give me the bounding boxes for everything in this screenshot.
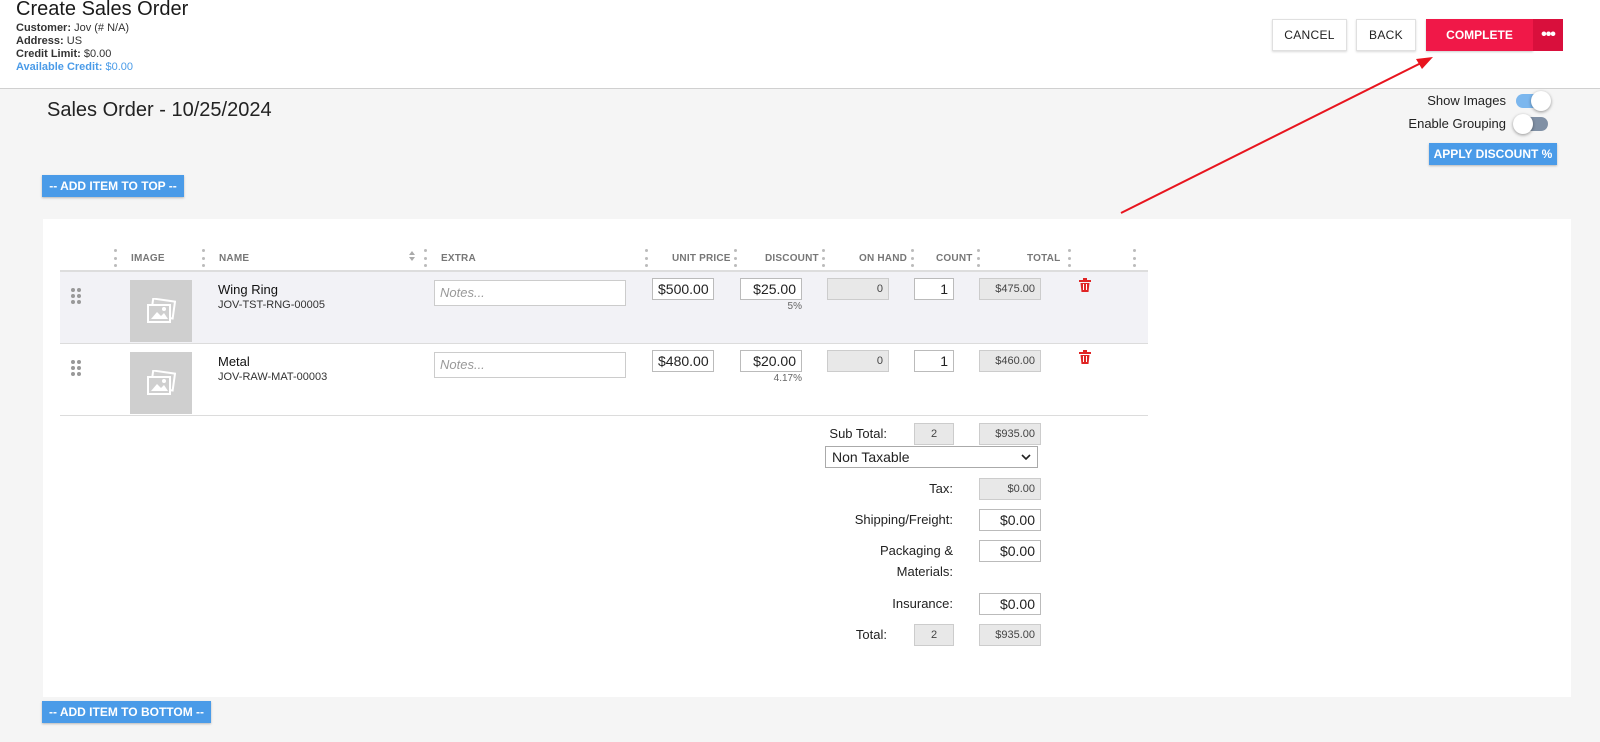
address-label: Address: xyxy=(16,35,64,47)
product-name: Metal xyxy=(218,354,250,369)
product-sku: JOV-RAW-MAT-00003 xyxy=(218,371,328,383)
product-image xyxy=(130,280,192,342)
show-images-toggle[interactable] xyxy=(1516,90,1551,111)
page-header: Create Sales Order Customer: Jov (# N/A)… xyxy=(0,0,1600,89)
add-item-top-button[interactable]: -- ADD ITEM TO TOP -- xyxy=(42,175,184,197)
column-header-image: IMAGE xyxy=(131,253,165,264)
tax-select[interactable]: Non Taxable xyxy=(825,446,1038,468)
column-header-on-hand: ON HAND xyxy=(859,253,908,264)
subtotal-label: Sub Total: xyxy=(829,426,887,441)
address-line: Address: US xyxy=(16,35,82,47)
apply-discount-button[interactable]: APPLY DISCOUNT % xyxy=(1429,143,1557,165)
image-placeholder-icon xyxy=(147,370,176,395)
table-row: Metal JOV-RAW-MAT-00003 Notes... $480.00… xyxy=(60,344,1148,416)
show-images-row: Show Images xyxy=(1427,90,1551,111)
sales-order-title: Sales Order - 10/25/2024 xyxy=(47,99,272,121)
enable-grouping-label: Enable Grouping xyxy=(1408,116,1506,131)
toggle-knob xyxy=(1513,113,1533,134)
delete-row-icon[interactable] xyxy=(1079,350,1091,364)
grand-total-value: $935.00 xyxy=(979,624,1041,646)
notes-input[interactable]: Notes... xyxy=(434,352,626,378)
discount-input[interactable]: $20.00 xyxy=(740,350,802,372)
column-menu-icon[interactable] xyxy=(113,249,117,267)
on-hand-value: 0 xyxy=(827,278,889,300)
column-header-unit-price: UNIT PRICE xyxy=(672,253,731,264)
complete-button[interactable]: COMPLETE xyxy=(1426,19,1533,51)
product-name: Wing Ring xyxy=(218,282,278,297)
delete-row-icon[interactable] xyxy=(1079,278,1091,292)
line-total-value: $460.00 xyxy=(979,350,1041,372)
product-sku: JOV-TST-RNG-00005 xyxy=(218,299,325,311)
total-count: 2 xyxy=(914,624,954,646)
available-credit-value: $0.00 xyxy=(105,61,133,73)
tax-label: Tax: xyxy=(929,481,953,496)
back-button[interactable]: BACK xyxy=(1356,19,1416,51)
shipping-input[interactable]: $0.00 xyxy=(979,509,1041,531)
customer-label: Customer: xyxy=(16,22,72,34)
more-icon: ••• xyxy=(1541,26,1556,43)
chevron-down-icon xyxy=(1021,454,1031,460)
column-header-count: COUNT xyxy=(936,253,973,264)
enable-grouping-row: Enable Grouping xyxy=(1408,113,1548,134)
column-menu-icon[interactable] xyxy=(910,249,914,267)
packaging-label: Packaging & xyxy=(880,543,953,558)
shipping-label: Shipping/Freight: xyxy=(854,512,953,527)
unit-price-input[interactable]: $480.00 xyxy=(652,350,714,372)
notes-input[interactable]: Notes... xyxy=(434,280,626,306)
address-value: US xyxy=(66,35,83,47)
total-label: Total: xyxy=(855,627,887,642)
toggle-knob xyxy=(1531,90,1551,111)
insurance-input[interactable]: $0.00 xyxy=(979,593,1041,615)
column-menu-icon[interactable] xyxy=(644,249,648,267)
sort-icon[interactable] xyxy=(408,250,416,262)
packaging-label-cont: Materials: xyxy=(896,564,953,579)
column-header-name[interactable]: NAME xyxy=(219,253,249,264)
credit-limit-line: Credit Limit: $0.00 xyxy=(16,48,111,60)
column-menu-icon[interactable] xyxy=(201,249,205,267)
customer-value: Jov (# N/A) xyxy=(74,22,130,34)
tax-value: $0.00 xyxy=(979,478,1041,500)
enable-grouping-toggle[interactable] xyxy=(1513,113,1548,134)
order-items-panel: IMAGE NAME EXTRA UNIT PRICE DISCOUNT ON … xyxy=(43,219,1571,697)
drag-handle-icon[interactable] xyxy=(71,360,81,376)
customer-line: Customer: Jov (# N/A) xyxy=(16,22,129,34)
column-menu-icon[interactable] xyxy=(1067,249,1071,267)
packaging-input[interactable]: $0.00 xyxy=(979,540,1041,562)
line-total-value: $475.00 xyxy=(979,278,1041,300)
show-images-label: Show Images xyxy=(1427,93,1506,108)
column-menu-icon[interactable] xyxy=(976,249,980,267)
available-credit-line: Available Credit: $0.00 xyxy=(16,61,133,73)
column-menu-icon[interactable] xyxy=(423,249,427,267)
cancel-button[interactable]: CANCEL xyxy=(1272,19,1347,51)
discount-input[interactable]: $25.00 xyxy=(740,278,802,300)
count-input[interactable]: 1 xyxy=(914,278,954,300)
more-options-button[interactable]: ••• xyxy=(1533,19,1563,51)
column-menu-icon[interactable] xyxy=(733,249,737,267)
tax-select-value: Non Taxable xyxy=(832,449,910,465)
column-menu-icon[interactable] xyxy=(1132,249,1136,267)
column-header-extra: EXTRA xyxy=(441,253,476,264)
discount-percent: 5% xyxy=(787,301,802,312)
subtotal-value: $935.00 xyxy=(979,423,1041,445)
column-menu-icon[interactable] xyxy=(821,249,825,267)
column-header-total: TOTAL xyxy=(1027,253,1061,264)
subtotal-count: 2 xyxy=(914,423,954,445)
table-row: Wing Ring JOV-TST-RNG-00005 Notes... $50… xyxy=(60,272,1148,344)
credit-limit-value: $0.00 xyxy=(83,48,112,60)
add-item-bottom-button[interactable]: -- ADD ITEM TO BOTTOM -- xyxy=(42,701,211,723)
image-placeholder-icon xyxy=(147,298,176,323)
insurance-label: Insurance: xyxy=(892,596,953,611)
count-input[interactable]: 1 xyxy=(914,350,954,372)
drag-handle-icon[interactable] xyxy=(71,288,81,304)
credit-limit-label: Credit Limit: xyxy=(16,48,81,60)
unit-price-input[interactable]: $500.00 xyxy=(652,278,714,300)
discount-percent: 4.17% xyxy=(773,373,802,384)
column-header-discount: DISCOUNT xyxy=(765,253,819,264)
product-image xyxy=(130,352,192,414)
available-credit-label: Available Credit: xyxy=(16,61,103,73)
page-title: Create Sales Order xyxy=(16,0,189,20)
on-hand-value: 0 xyxy=(827,350,889,372)
